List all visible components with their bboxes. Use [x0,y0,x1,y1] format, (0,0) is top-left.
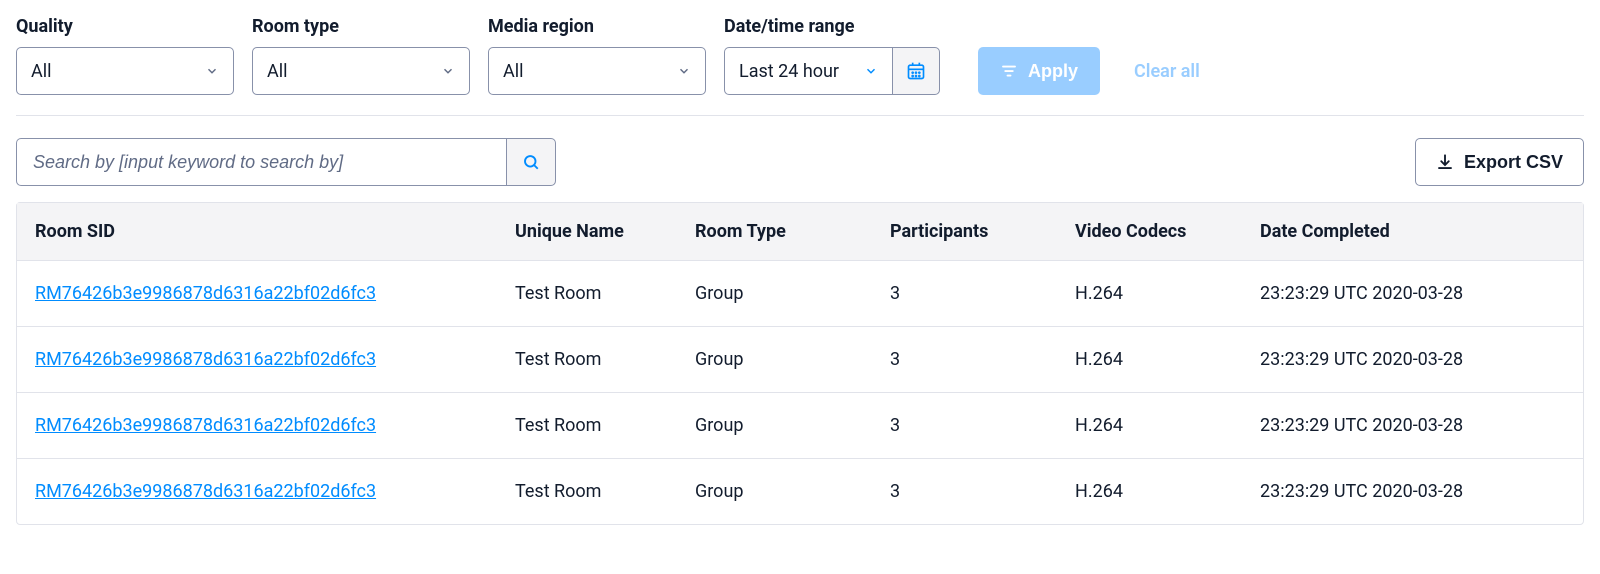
filter-roomtype: Room type All [252,16,470,95]
cell-participants: 3 [872,393,1057,459]
rooms-table: Room SID Unique Name Room Type Participa… [16,202,1584,525]
filter-daterange: Date/time range Last 24 hour [724,16,940,95]
filter-mediaregion-label: Media region [488,16,706,37]
filter-daterange-label: Date/time range [724,16,940,37]
filter-quality-value: All [31,61,52,82]
search-button[interactable] [506,138,556,186]
table-row: RM76426b3e9986878d6316a22bf02d6fc3 Test R… [17,393,1583,459]
col-header-completed: Date Completed [1242,203,1583,261]
clear-all-link[interactable]: Clear all [1134,47,1200,95]
filter-roomtype-select[interactable]: All [252,47,470,95]
download-icon [1436,153,1454,171]
room-sid-link[interactable]: RM76426b3e9986878d6316a22bf02d6fc3 [35,415,376,436]
room-sid-link[interactable]: RM76426b3e9986878d6316a22bf02d6fc3 [35,283,376,304]
filter-quality: Quality All [16,16,234,95]
col-header-participants: Participants [872,203,1057,261]
cell-type: Group [677,393,872,459]
cell-completed: 23:23:29 UTC 2020-03-28 [1242,393,1583,459]
filter-quality-label: Quality [16,16,234,37]
filter-mediaregion: Media region All [488,16,706,95]
cell-completed: 23:23:29 UTC 2020-03-28 [1242,327,1583,393]
table-row: RM76426b3e9986878d6316a22bf02d6fc3 Test R… [17,459,1583,524]
chevron-down-icon [677,64,691,78]
col-header-sid: Room SID [17,203,497,261]
filter-daterange-select[interactable]: Last 24 hour [724,47,892,95]
apply-button-label: Apply [1028,61,1078,82]
search-export-row: Export CSV [16,116,1584,202]
chevron-down-icon [864,64,878,78]
table-header-row: Room SID Unique Name Room Type Participa… [17,203,1583,261]
calendar-button[interactable] [892,47,940,95]
table-row: RM76426b3e9986878d6316a22bf02d6fc3 Test R… [17,261,1583,327]
cell-completed: 23:23:29 UTC 2020-03-28 [1242,459,1583,524]
export-csv-button[interactable]: Export CSV [1415,138,1584,186]
cell-name: Test Room [497,261,677,327]
table-row: RM76426b3e9986878d6316a22bf02d6fc3 Test R… [17,327,1583,393]
room-sid-link[interactable]: RM76426b3e9986878d6316a22bf02d6fc3 [35,481,376,502]
cell-codecs: H.264 [1057,393,1242,459]
search-icon [522,153,540,171]
filters-bar: Quality All Room type All Media region A… [16,16,1584,116]
cell-codecs: H.264 [1057,459,1242,524]
chevron-down-icon [441,64,455,78]
apply-button[interactable]: Apply [978,47,1100,95]
col-header-codecs: Video Codecs [1057,203,1242,261]
calendar-icon [906,61,926,81]
cell-name: Test Room [497,459,677,524]
chevron-down-icon [205,64,219,78]
clear-all-label: Clear all [1134,61,1200,82]
cell-participants: 3 [872,261,1057,327]
cell-type: Group [677,261,872,327]
cell-name: Test Room [497,393,677,459]
filter-mediaregion-value: All [503,61,524,82]
export-csv-label: Export CSV [1464,152,1563,173]
cell-completed: 23:23:29 UTC 2020-03-28 [1242,261,1583,327]
search-input[interactable] [16,138,506,186]
cell-type: Group [677,459,872,524]
search-wrap [16,138,556,186]
col-header-name: Unique Name [497,203,677,261]
cell-participants: 3 [872,327,1057,393]
filter-roomtype-label: Room type [252,16,470,37]
filter-roomtype-value: All [267,61,288,82]
cell-codecs: H.264 [1057,261,1242,327]
cell-name: Test Room [497,327,677,393]
cell-codecs: H.264 [1057,327,1242,393]
col-header-type: Room Type [677,203,872,261]
filter-mediaregion-select[interactable]: All [488,47,706,95]
room-sid-link[interactable]: RM76426b3e9986878d6316a22bf02d6fc3 [35,349,376,370]
filter-quality-select[interactable]: All [16,47,234,95]
cell-type: Group [677,327,872,393]
filter-icon [1000,62,1018,80]
cell-participants: 3 [872,459,1057,524]
filter-daterange-value: Last 24 hour [739,61,839,82]
